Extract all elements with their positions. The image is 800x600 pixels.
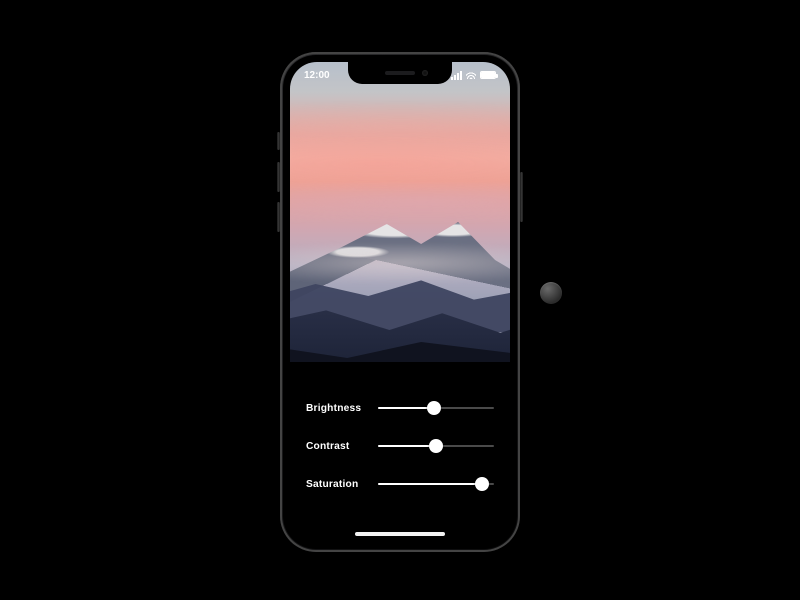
- photo-cloud-line: [290, 244, 510, 282]
- battery-icon: [480, 71, 496, 79]
- status-right: [451, 71, 496, 80]
- notch: [348, 62, 452, 84]
- saturation-label: Saturation: [306, 479, 368, 490]
- photo-preview[interactable]: [290, 62, 510, 362]
- photo-clouds: [290, 102, 510, 142]
- brightness-control: Brightness: [306, 400, 494, 416]
- slider-fill: [378, 445, 436, 447]
- screen: 12:00 Brightness: [290, 62, 510, 542]
- contrast-label: Contrast: [306, 441, 368, 452]
- wifi-icon: [466, 71, 476, 79]
- contrast-control: Contrast: [306, 438, 494, 454]
- power-button[interactable]: [520, 172, 523, 222]
- speaker-grille: [385, 71, 415, 75]
- brightness-label: Brightness: [306, 403, 368, 414]
- saturation-control: Saturation: [306, 476, 494, 492]
- slider-fill: [378, 483, 482, 485]
- slider-thumb[interactable]: [475, 477, 489, 491]
- slider-thumb[interactable]: [427, 401, 441, 415]
- brightness-slider[interactable]: [378, 400, 494, 416]
- saturation-slider[interactable]: [378, 476, 494, 492]
- stage: 12:00 Brightness: [0, 0, 800, 600]
- phone-frame: 12:00 Brightness: [280, 52, 520, 552]
- slider-fill: [378, 407, 434, 409]
- slider-thumb[interactable]: [429, 439, 443, 453]
- external-knob[interactable]: [540, 282, 562, 304]
- home-indicator[interactable]: [355, 532, 445, 536]
- silence-switch[interactable]: [277, 132, 280, 150]
- status-time: 12:00: [304, 70, 330, 81]
- volume-up-button[interactable]: [277, 162, 280, 192]
- contrast-slider[interactable]: [378, 438, 494, 454]
- photo-clouds: [290, 182, 510, 222]
- volume-down-button[interactable]: [277, 202, 280, 232]
- front-camera: [422, 70, 428, 76]
- adjustment-controls: Brightness Contrast: [290, 382, 510, 542]
- cellular-signal-icon: [451, 71, 462, 80]
- battery-fill: [481, 72, 495, 78]
